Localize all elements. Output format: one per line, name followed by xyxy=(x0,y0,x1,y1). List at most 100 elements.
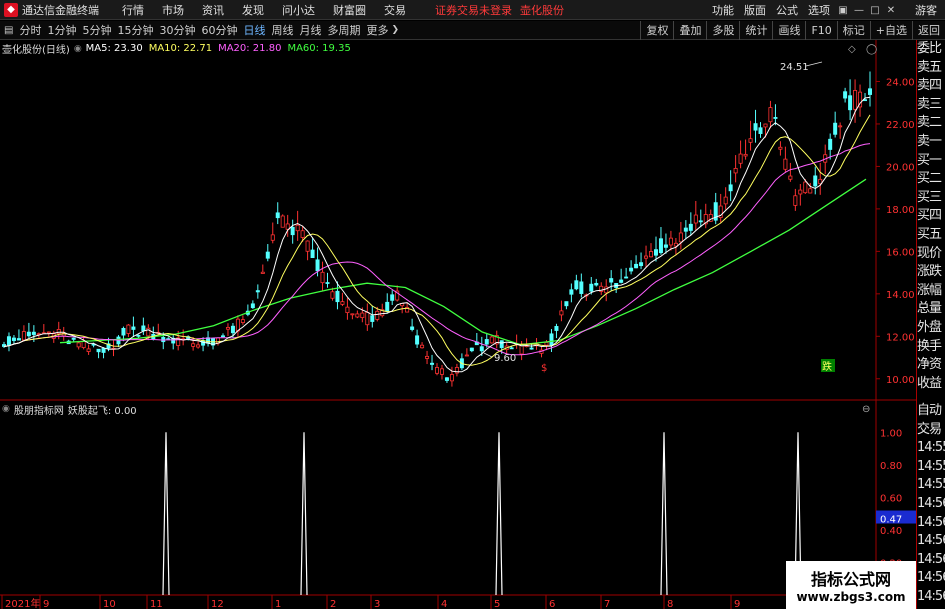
candle-body xyxy=(803,181,808,194)
quote-field-label: 买二 xyxy=(917,171,942,187)
chevron-right-icon[interactable]: ❯ xyxy=(391,25,399,35)
candle-body xyxy=(663,244,668,248)
candle-body xyxy=(644,255,649,259)
login-status[interactable]: 证券交易未登录 xyxy=(435,2,512,18)
quote-side-panel: 委比 卖五 卖四 卖三 卖二 卖一 买一 买二 买三 买四 买五 现价 涨跌 涨幅 总量 外盘 换手 净资 收益 自… xyxy=(916,40,945,609)
candle-body xyxy=(509,347,514,350)
menu-trade[interactable]: 交易 xyxy=(384,2,406,18)
low-price-label: 9.60 xyxy=(494,353,516,364)
indicator-tick-label: 1.00 xyxy=(880,428,902,439)
date-tick-label: 4 xyxy=(441,599,447,609)
candle-body xyxy=(833,122,838,135)
candle-body xyxy=(345,306,350,314)
indicator-settings-icon[interactable]: ◉ xyxy=(2,404,10,414)
candle-body xyxy=(723,196,728,205)
date-tick-label: 2021年 xyxy=(5,597,40,609)
menu-functions[interactable]: 功能 xyxy=(712,2,734,18)
candle-body xyxy=(220,335,225,338)
trade-tick-item: 14:55 xyxy=(917,440,945,456)
date-tick-label: 3 xyxy=(374,599,380,609)
adjust-button[interactable]: 复权 xyxy=(640,21,673,40)
menu-market[interactable]: 市场 xyxy=(162,2,184,18)
candle-body xyxy=(355,313,360,318)
chart-corner-icons: ◇ ◯ ⊖ xyxy=(848,44,877,415)
candle-body xyxy=(489,336,494,344)
candle-body xyxy=(31,331,36,335)
date-tick-label: 10 xyxy=(103,599,116,609)
candle-body xyxy=(848,95,853,111)
candle-body xyxy=(748,138,753,143)
menu-discover[interactable]: 发现 xyxy=(242,2,264,18)
quote-field-label: 涨跌 xyxy=(917,264,942,280)
period-5min[interactable]: 5分钟 xyxy=(82,22,111,38)
candle-body xyxy=(653,249,658,256)
quote-field-label: 买五 xyxy=(917,226,942,242)
back-button[interactable]: 返回 xyxy=(912,21,945,40)
menu-toggle-icon[interactable]: ▤ xyxy=(4,25,13,36)
candle-body xyxy=(758,127,763,134)
quote-field-label: 买三 xyxy=(917,189,942,205)
site-watermark: 指标公式网 www.zbgs3.com xyxy=(786,561,916,609)
period-weekly[interactable]: 周线 xyxy=(271,22,293,38)
add-watchlist-button[interactable]: +自选 xyxy=(869,21,912,40)
menu-news[interactable]: 资讯 xyxy=(202,2,224,18)
candle-body xyxy=(21,331,26,341)
kline-chart[interactable]: 24.51 9.60 $ 跌 24.00 22.00 20.00 18.00 16.00… xyxy=(0,40,916,609)
quote-field-label: 买四 xyxy=(917,208,942,224)
trade-tick-item: 14:55 xyxy=(917,477,945,493)
candle-body xyxy=(609,278,614,283)
menu-quotes[interactable]: 行情 xyxy=(122,2,144,18)
signal-spike xyxy=(495,432,503,596)
candle-body xyxy=(479,346,484,352)
multi-stock-button[interactable]: 多股 xyxy=(706,21,739,40)
app-title: 通达信金融终端 xyxy=(22,3,99,17)
signal-marker-green: 跌 xyxy=(822,360,832,373)
period-multi[interactable]: 多周期 xyxy=(327,22,360,38)
statistics-button[interactable]: 统计 xyxy=(739,21,772,40)
period-daily[interactable]: 日线 xyxy=(243,22,265,38)
maximize-icon[interactable]: □ xyxy=(867,5,883,16)
signal-spike xyxy=(300,432,308,596)
skin-icon[interactable]: ▣ xyxy=(835,5,851,16)
candle-body xyxy=(619,279,624,283)
period-intraday[interactable]: 分时 xyxy=(19,22,41,38)
main-chart-info: 壶化股份(日线) ◉ MA5: 23.30 MA10: 22.71 MA20: … xyxy=(2,41,351,56)
candle-body xyxy=(868,88,873,95)
close-icon[interactable]: ✕ xyxy=(883,5,899,16)
candle-body xyxy=(544,342,549,346)
overlay-button[interactable]: 叠加 xyxy=(673,21,706,40)
guest-user[interactable]: 游客 xyxy=(915,2,937,18)
minimize-icon[interactable]: — xyxy=(851,5,867,16)
period-more[interactable]: 更多 xyxy=(366,22,388,38)
menu-ask[interactable]: 问小达 xyxy=(282,2,315,18)
menu-formula[interactable]: 公式 xyxy=(776,2,798,18)
settings-dot-icon[interactable]: ◉ xyxy=(74,44,82,54)
period-60min[interactable]: 60分钟 xyxy=(201,22,237,38)
menu-wealth[interactable]: 财富圈 xyxy=(333,2,366,18)
candle-body xyxy=(300,230,305,238)
candle-body xyxy=(46,331,51,334)
menu-options[interactable]: 选项 xyxy=(808,2,830,18)
period-monthly[interactable]: 月线 xyxy=(299,22,321,38)
indicator-formula-value: 妖股起飞: 0.00 xyxy=(67,405,137,417)
circle-icon[interactable]: ◯ xyxy=(866,44,877,55)
trade-tick-item: 交易 xyxy=(917,421,942,437)
period-30min[interactable]: 30分钟 xyxy=(159,22,195,38)
period-1min[interactable]: 1分钟 xyxy=(47,22,76,38)
candle-body xyxy=(71,337,76,340)
indicator-info: ◉ 股朋指标网 妖股起飞: 0.00 xyxy=(2,402,137,417)
mark-button[interactable]: 标记 xyxy=(836,21,870,40)
candle-body xyxy=(425,355,430,359)
trade-tick-item: 14:55 xyxy=(917,458,945,474)
indicator-tick-label: 0.80 xyxy=(880,461,902,472)
period-15min[interactable]: 15分钟 xyxy=(117,22,153,38)
diamond-icon[interactable]: ◇ xyxy=(848,44,856,55)
candle-body xyxy=(564,301,569,307)
draw-line-button[interactable]: 画线 xyxy=(772,21,805,40)
minus-icon[interactable]: ⊖ xyxy=(862,404,870,415)
candle-body xyxy=(624,276,629,279)
f10-button[interactable]: F10 xyxy=(805,21,836,40)
quote-field-label: 卖四 xyxy=(917,78,942,94)
candle-body xyxy=(225,327,230,330)
menu-layout[interactable]: 版面 xyxy=(744,2,766,18)
